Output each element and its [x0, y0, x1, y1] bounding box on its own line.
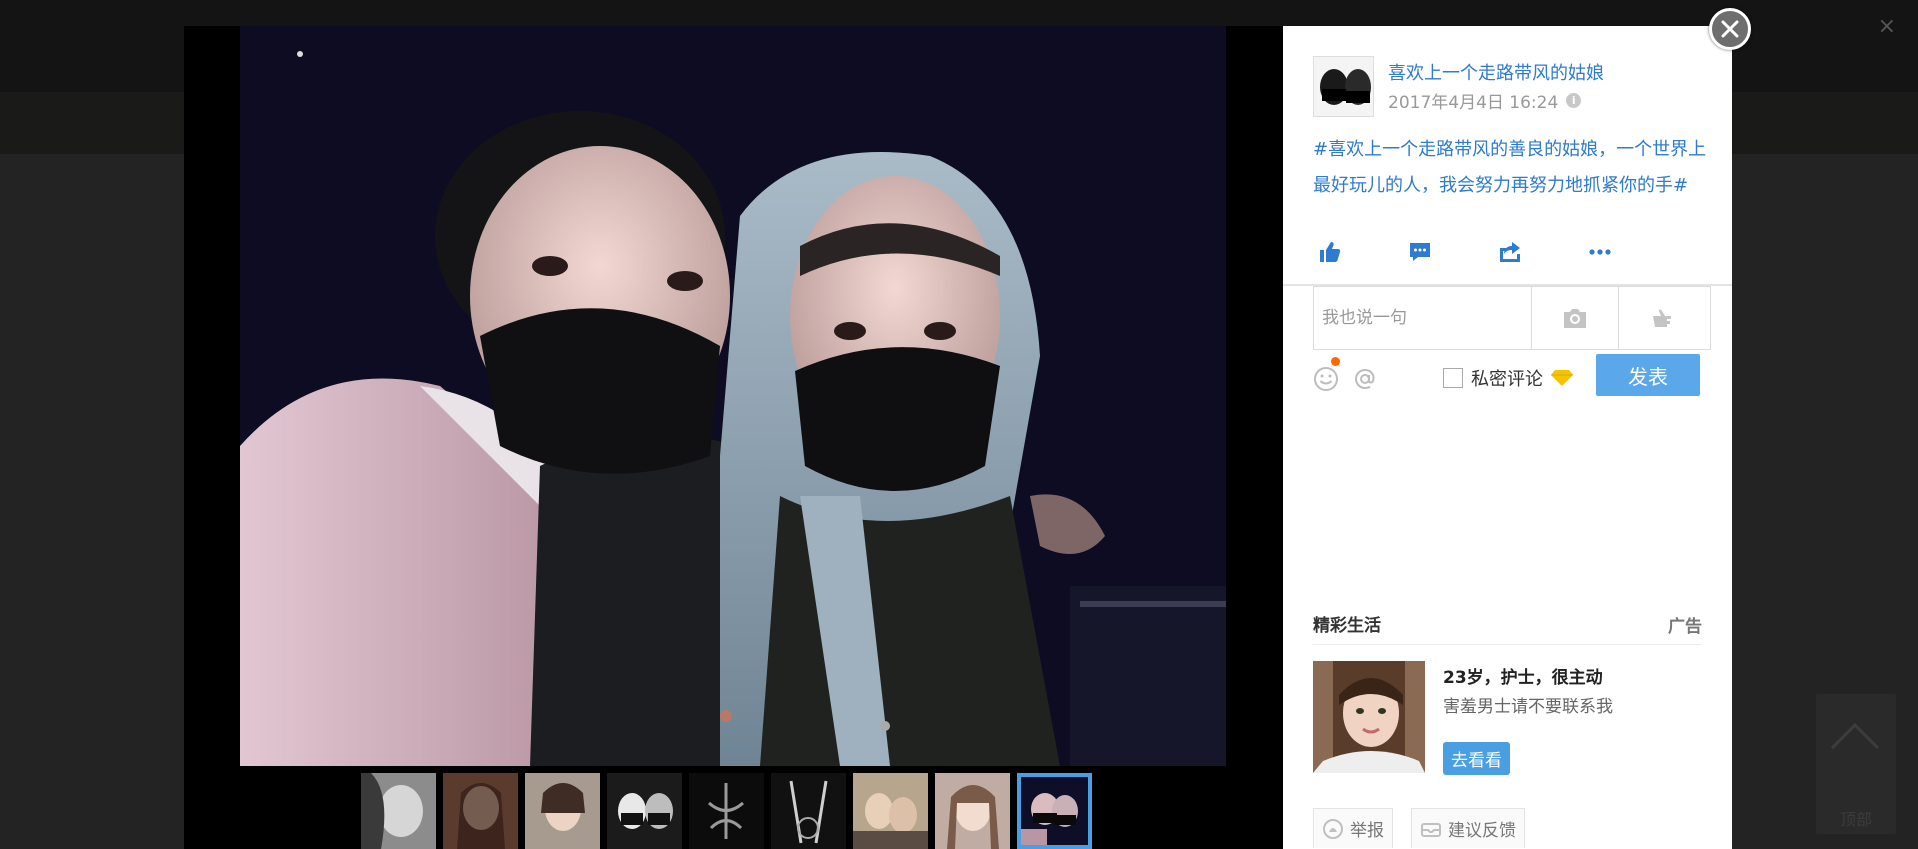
- share-icon[interactable]: [1498, 240, 1522, 264]
- comment-box: [1313, 286, 1711, 350]
- emoji-icon[interactable]: [1313, 366, 1339, 392]
- thumbnail-1[interactable]: [361, 773, 436, 849]
- author-name[interactable]: 喜欢上一个走路带风的姑娘: [1388, 59, 1604, 85]
- ad-cta-button[interactable]: 去看看: [1443, 742, 1510, 775]
- thumbnail-3[interactable]: [525, 773, 600, 849]
- post-actions-bar: [1283, 218, 1732, 286]
- post-time-text: 2017年4月4日 16:24: [1388, 93, 1559, 113]
- more-icon[interactable]: [1588, 240, 1612, 264]
- back-to-top-button[interactable]: 顶部: [1816, 694, 1896, 834]
- main-photo: [240, 26, 1226, 766]
- author-avatar[interactable]: [1313, 56, 1374, 117]
- arrow-up-icon: [1830, 722, 1880, 772]
- private-comment-checkbox[interactable]: [1443, 368, 1463, 388]
- thumbnail-9-active[interactable]: [1017, 773, 1092, 849]
- comment-icon[interactable]: [1408, 240, 1432, 264]
- thumbnail-6[interactable]: [771, 773, 846, 849]
- report-label: 举报: [1350, 821, 1384, 841]
- thumbs-up-icon[interactable]: [1318, 240, 1342, 264]
- back-to-top-label: 顶部: [1839, 810, 1872, 829]
- poke-button[interactable]: [1618, 287, 1705, 349]
- ad-image[interactable]: [1313, 661, 1425, 773]
- report-button[interactable]: 举报: [1313, 808, 1393, 848]
- thumbnail-7[interactable]: [853, 773, 928, 849]
- private-comment-option[interactable]: 私密评论: [1443, 365, 1573, 391]
- diamond-vip-icon: [1551, 370, 1573, 386]
- ad-headline[interactable]: 23岁，护士，很主动: [1443, 663, 1603, 688]
- close-icon: [1721, 20, 1739, 38]
- at-mention-icon[interactable]: [1352, 366, 1378, 392]
- thumbnail-5[interactable]: [689, 773, 764, 849]
- photo-stage: [184, 26, 1283, 849]
- ad-label: 广告: [1668, 617, 1702, 637]
- feedback-button[interactable]: 建议反馈: [1411, 808, 1525, 848]
- hand-point-icon: [1653, 309, 1671, 327]
- post-side-panel: 喜欢上一个走路带风的姑娘 2017年4月4日 16:24 i #喜欢上一个走路带…: [1283, 26, 1732, 849]
- close-viewer-button[interactable]: [1709, 8, 1751, 50]
- ad-divider: [1313, 644, 1702, 645]
- photo-viewer: 喜欢上一个走路带风的姑娘 2017年4月4日 16:24 i #喜欢上一个走路带…: [184, 26, 1732, 849]
- thumbnail-4[interactable]: [607, 773, 682, 849]
- thumbnail-strip: [361, 773, 1092, 849]
- comment-input[interactable]: [1314, 287, 1531, 349]
- camera-button[interactable]: [1531, 287, 1618, 349]
- thumbnail-8[interactable]: [935, 773, 1010, 849]
- ad-subtitle: 害羞男士请不要联系我: [1443, 697, 1613, 717]
- publish-button[interactable]: 发表: [1596, 354, 1700, 396]
- feedback-icon: [1421, 822, 1441, 837]
- private-comment-label: 私密评论: [1471, 369, 1543, 390]
- background-close-icon: ×: [1877, 14, 1896, 39]
- thumbnail-2[interactable]: [443, 773, 518, 849]
- emoji-new-badge: [1331, 357, 1340, 366]
- info-icon[interactable]: i: [1566, 93, 1582, 108]
- post-text[interactable]: #喜欢上一个走路带风的善良的姑娘，一个世界上最好玩儿的人，我会努力再努力地抓紧你…: [1313, 132, 1709, 204]
- report-icon: [1323, 818, 1343, 839]
- camera-icon: [1564, 309, 1586, 328]
- ad-section-title: 精彩生活: [1313, 616, 1381, 636]
- feedback-label: 建议反馈: [1448, 821, 1516, 841]
- post-time: 2017年4月4日 16:24 i: [1388, 88, 1582, 113]
